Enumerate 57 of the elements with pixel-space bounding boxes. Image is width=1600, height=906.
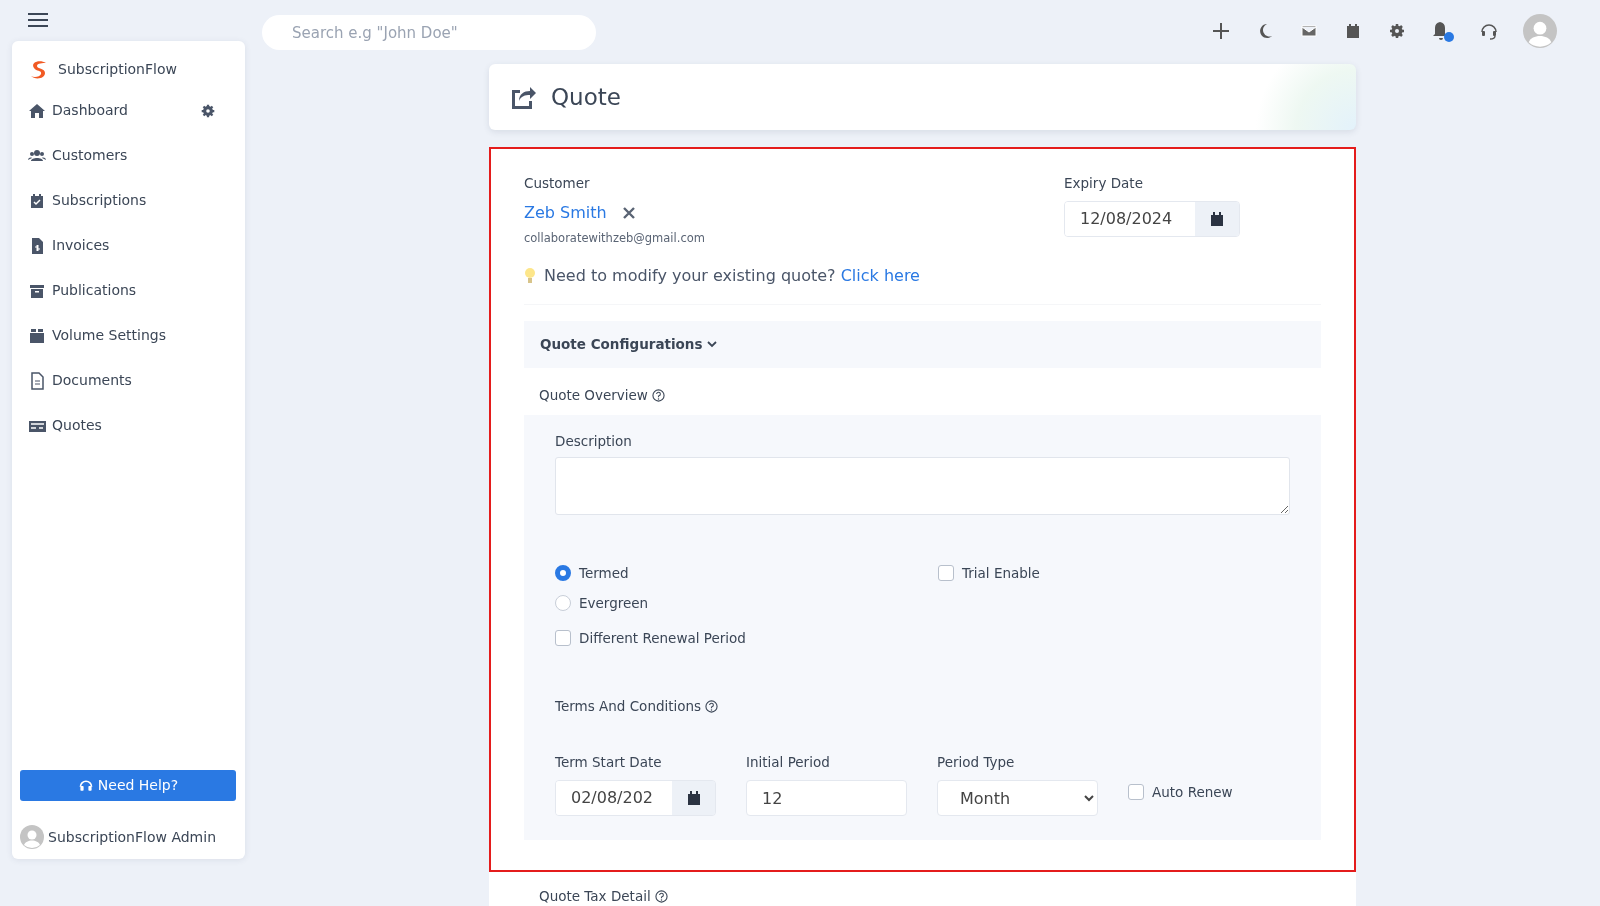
- click-here-link[interactable]: Click here: [840, 265, 920, 285]
- plus-icon[interactable]: [1211, 21, 1231, 41]
- help-icon[interactable]: [654, 890, 668, 903]
- date-field[interactable]: 02/08/202: [555, 780, 716, 817]
- headset-icon[interactable]: [1479, 21, 1499, 41]
- section-toggle[interactable]: Quote Configurations: [540, 333, 703, 355]
- section-label: Quote Overview: [539, 386, 648, 403]
- sidebar-item[interactable]: Invoices: [28, 223, 110, 268]
- radio-option[interactable]: Termed: [555, 563, 938, 584]
- nav-icon: [28, 371, 46, 390]
- customer-email: collaboratewithzeb@gmail.com: [524, 230, 706, 248]
- calendar-icon[interactable]: [672, 781, 715, 816]
- lightbulb-icon: [524, 266, 536, 285]
- sidebar-item[interactable]: Subscriptions: [28, 178, 147, 223]
- nav-icon: [28, 326, 46, 345]
- share-icon: [509, 84, 537, 110]
- nav-icon: [28, 101, 46, 120]
- trial-checkbox[interactable]: Trial Enable: [938, 563, 1040, 584]
- section-label: Terms And Conditions: [555, 697, 702, 714]
- calendar-icon[interactable]: [1195, 202, 1239, 237]
- hint-text: Need to modify your existing quote? Click here: [544, 264, 920, 287]
- field-label: Term Start Date: [555, 753, 663, 772]
- headset-icon: [77, 777, 94, 794]
- bell-icon[interactable]: [1431, 19, 1455, 43]
- field-label: Customer: [524, 174, 591, 193]
- field-label: Initial Period: [746, 753, 831, 772]
- sidebar-item[interactable]: Customers: [28, 133, 128, 178]
- period-type-dropdown[interactable]: Month: [937, 780, 1098, 817]
- sidebar-item[interactable]: Documents: [28, 358, 132, 403]
- radio-option[interactable]: Evergreen: [555, 593, 938, 614]
- field-label: Period Type: [937, 753, 1016, 772]
- sidebar-item[interactable]: Quotes: [28, 403, 102, 448]
- help-icon[interactable]: [705, 699, 719, 713]
- brand-name: SubscriptionFlow: [58, 60, 177, 79]
- avatar-icon: [20, 825, 44, 849]
- description-field[interactable]: [555, 457, 1290, 515]
- auto-renew-checkbox[interactable]: Auto Renew: [1128, 782, 1233, 803]
- field-label: Expiry Date: [1064, 174, 1144, 193]
- chevron-icon[interactable]: [706, 340, 717, 348]
- sidebar-item[interactable]: Dashboard: [28, 88, 128, 133]
- field-label: Description: [555, 431, 633, 451]
- need-help-button[interactable]: Need Help?: [20, 770, 236, 801]
- sidebar-item[interactable]: Volume Settings: [28, 313, 166, 358]
- nav-icon: [28, 191, 46, 210]
- initial-period-field[interactable]: 12: [746, 780, 907, 817]
- section-label: Quote Tax Detail: [539, 888, 651, 904]
- user-name: SubscriptionFlow Admin: [48, 827, 216, 847]
- page-title: Quote: [551, 82, 621, 112]
- sidebar-item[interactable]: Publications: [28, 268, 137, 313]
- menu-icon[interactable]: [28, 12, 48, 28]
- search-field[interactable]: Search e.g "John Doe": [262, 15, 596, 50]
- customer-name-link[interactable]: Zeb Smith: [524, 201, 607, 226]
- renewal-checkbox[interactable]: Different Renewal Period: [555, 627, 1290, 648]
- help-icon[interactable]: [652, 388, 666, 402]
- close-icon[interactable]: [622, 207, 635, 220]
- date-field[interactable]: 12/08/2024: [1064, 201, 1240, 238]
- settings-icon[interactable]: [1387, 21, 1407, 41]
